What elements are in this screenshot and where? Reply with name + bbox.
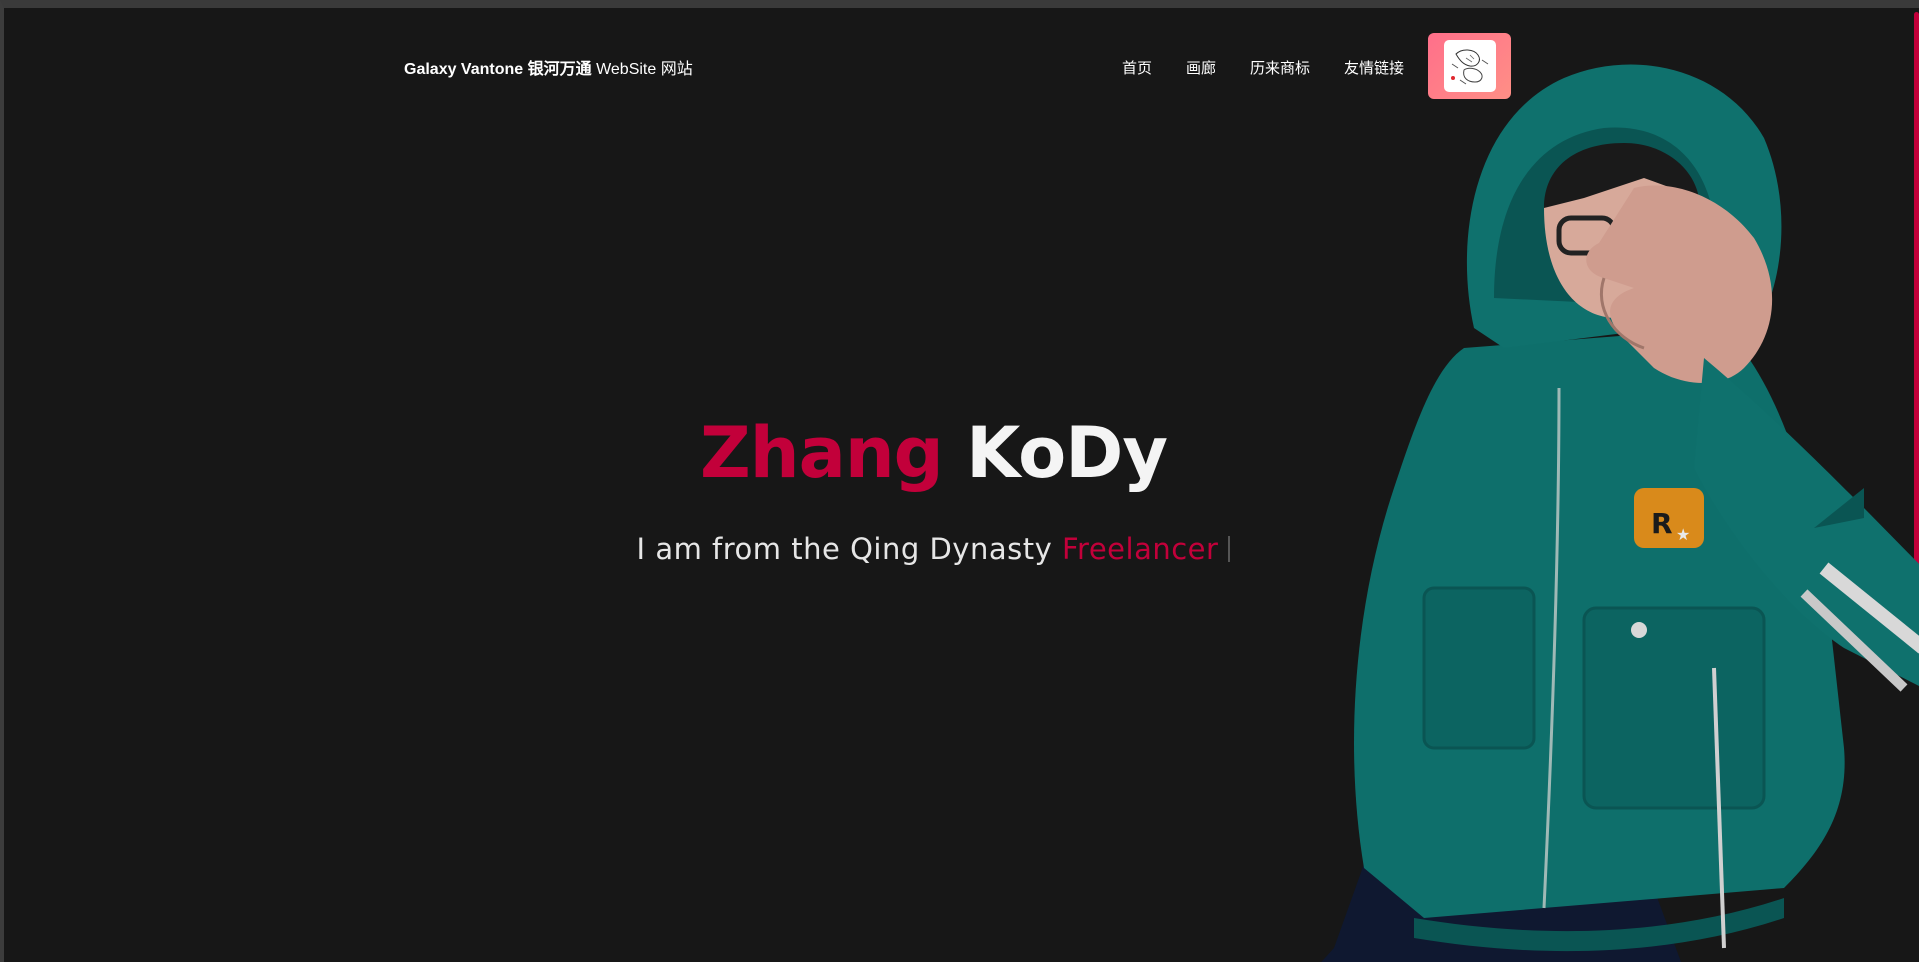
brand-name: Galaxy Vantone 银河万通 (404, 61, 592, 78)
hero-role: Freelancer (1061, 532, 1219, 566)
nav-links: 首页 画廊 历来商标 友情链接 (1122, 57, 1404, 78)
nav-link-friend-links[interactable]: 友情链接 (1344, 57, 1404, 78)
hero-title: Zhang KoDy (4, 418, 1863, 488)
typing-cursor (1228, 536, 1231, 562)
nav-link-gallery[interactable]: 画廊 (1186, 57, 1216, 78)
nav-link-trademarks[interactable]: 历来商标 (1250, 57, 1310, 78)
site-brand[interactable]: Galaxy Vantone 银河万通 WebSite 网站 (404, 55, 693, 79)
person-photo: R ★ (1321, 64, 1919, 962)
hero-subtitle: I am from the Qing Dynasty Freelancer (4, 535, 1863, 564)
hero-last-name: KoDy (966, 412, 1168, 494)
sketch-logo-icon (1450, 49, 1488, 85)
browser-viewport: R ★ Galaxy Vantone 银河万通 WebSite 网站 首页 画廊… (0, 0, 1919, 962)
horizontal-scrollbar[interactable] (104, 0, 1429, 5)
nav-link-home[interactable]: 首页 (1122, 57, 1152, 78)
avatar-button[interactable] (1428, 33, 1511, 99)
hero-first-name: Zhang (700, 412, 944, 494)
hero-subtitle-text: I am from the Qing Dynasty (636, 532, 1053, 566)
brand-suffix: WebSite 网站 (596, 61, 693, 78)
avatar-image (1443, 40, 1496, 92)
top-navbar: Galaxy Vantone 银河万通 WebSite 网站 首页 画廊 历来商… (4, 8, 1919, 128)
